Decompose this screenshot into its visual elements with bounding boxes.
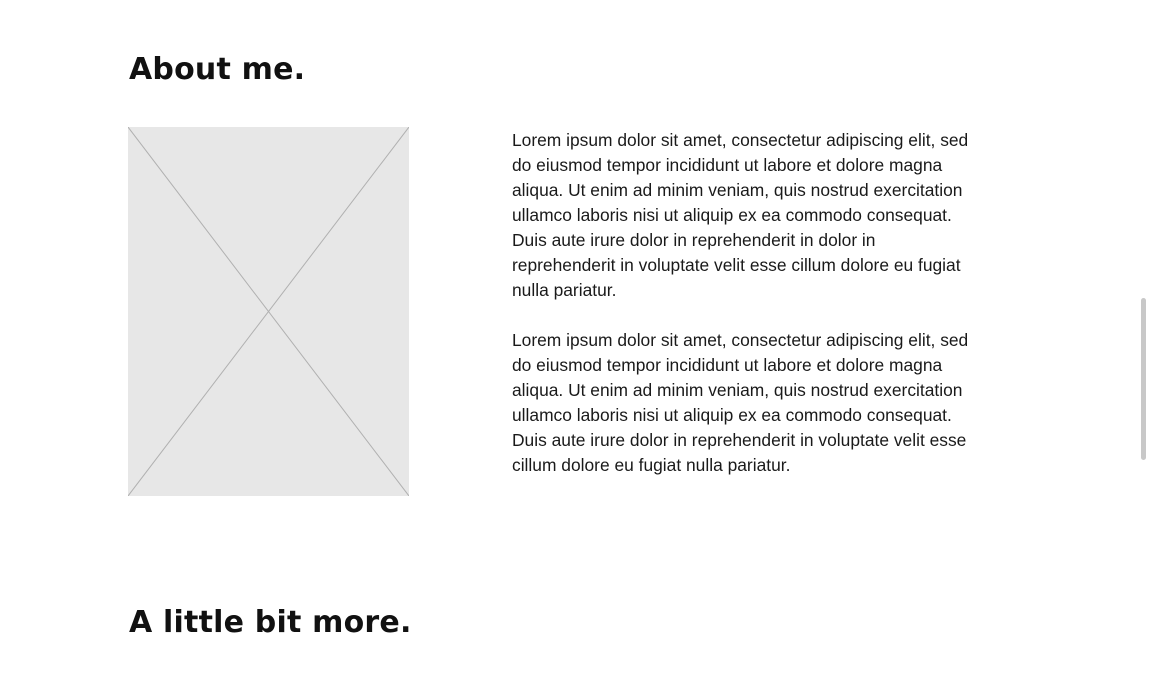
image-placeholder-icon xyxy=(128,127,409,496)
page-scrollbar[interactable] xyxy=(1141,298,1146,460)
about-paragraph-2: Lorem ipsum dolor sit amet, consectetur … xyxy=(512,330,969,475)
about-text: Lorem ipsum dolor sit amet, consectetur … xyxy=(512,128,972,503)
image-placeholder-cross xyxy=(128,127,409,496)
more-section-title: A little bit more. xyxy=(129,605,412,640)
about-section-title: About me. xyxy=(129,52,306,87)
page: About me. Lorem ipsum dolor sit amet, co… xyxy=(0,0,1152,700)
about-paragraph-1: Lorem ipsum dolor sit amet, consectetur … xyxy=(512,130,969,300)
scrollbar-thumb[interactable] xyxy=(1141,298,1146,460)
